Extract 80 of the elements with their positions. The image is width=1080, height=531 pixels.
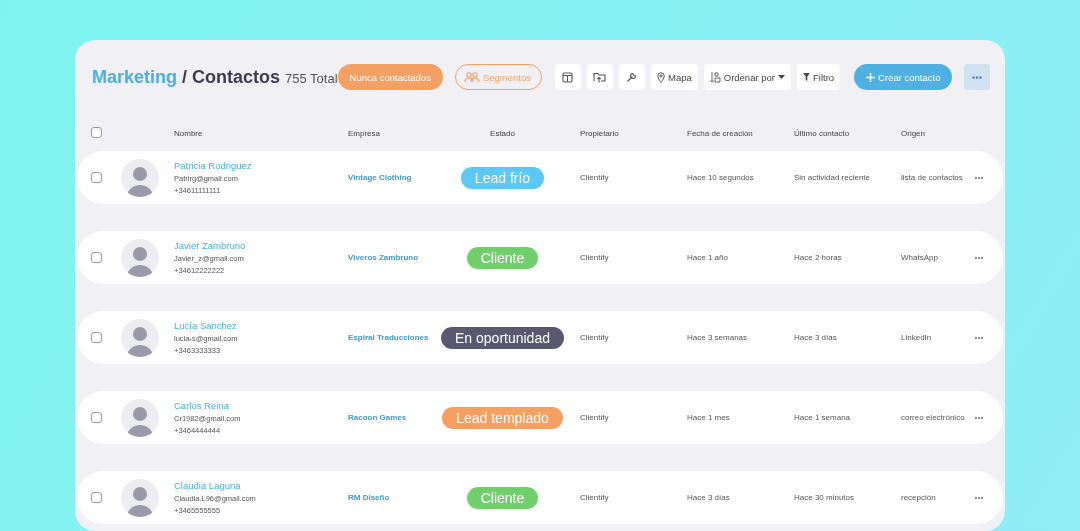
- last-contact-text: Hace 3 días: [794, 333, 838, 342]
- company-link[interactable]: RM Diseño: [348, 493, 440, 502]
- contact-name[interactable]: Claudia Laguna: [174, 480, 348, 491]
- column-header: Origen: [901, 128, 926, 138]
- last-contact-text: Sin actividad reciente: [794, 173, 872, 182]
- checkbox[interactable]: [91, 171, 102, 183]
- owner-text: Clientify: [580, 493, 610, 502]
- contact-name[interactable]: Carlos Reina: [174, 400, 348, 411]
- breadcrumb-link[interactable]: Marketing: [92, 66, 178, 88]
- column-header: Empresa: [348, 128, 381, 138]
- more-icon[interactable]: [975, 256, 983, 259]
- sort-button[interactable]: Ordenar por: [703, 64, 791, 90]
- last-contact-text: Hace 2 horas: [794, 253, 843, 262]
- more-icon[interactable]: [975, 176, 983, 179]
- column-header: Propietario: [580, 128, 620, 138]
- layout-button[interactable]: [555, 64, 581, 90]
- status-tag: Lead templado: [442, 406, 563, 429]
- company-link[interactable]: Vintage Clothing: [348, 173, 440, 182]
- owner-text: Clientify: [580, 413, 610, 422]
- origin-text: recepción: [901, 493, 937, 502]
- create-contact-button[interactable]: Crear contacto: [854, 64, 953, 90]
- checkbox[interactable]: [91, 491, 102, 503]
- avatar-icon: [121, 238, 159, 277]
- status-tag: Cliente: [466, 486, 539, 509]
- owner-text: Clientify: [580, 173, 610, 182]
- contact-name[interactable]: Patricia Rodriguez: [174, 160, 348, 171]
- origin-text: correo electrónico: [901, 413, 966, 422]
- avatar-icon: [121, 158, 159, 197]
- contact-name[interactable]: Javier Zambruno: [174, 240, 348, 251]
- created-text: Hace 10 segundos: [687, 173, 755, 182]
- people-icon: [463, 71, 480, 83]
- avatar-icon: [121, 478, 159, 517]
- origin-text: LinkedIn: [901, 333, 933, 342]
- plus-icon: [866, 72, 876, 82]
- more-button[interactable]: [964, 64, 991, 90]
- upload-button[interactable]: [587, 64, 613, 90]
- status-tag: En oportunidad: [441, 326, 564, 349]
- total-count: 755 Total: [285, 70, 338, 86]
- column-header: Fecha de creación: [687, 128, 754, 138]
- more-icon[interactable]: [975, 416, 983, 419]
- map-button[interactable]: Mapa: [651, 64, 698, 90]
- origin-text: lista de contactos: [901, 173, 964, 182]
- column-header: Estado: [490, 128, 515, 138]
- column-header: Nombre: [174, 128, 204, 138]
- owner-text: Clientify: [580, 333, 610, 342]
- owner-text: Clientify: [580, 253, 610, 262]
- filter-button[interactable]: Nunca contactados: [337, 64, 443, 90]
- more-icon[interactable]: [975, 496, 983, 499]
- page-title: / Contactos: [182, 66, 281, 88]
- contact-name[interactable]: Lucía Sanchez: [174, 320, 348, 331]
- status-tag: Lead frío: [460, 166, 545, 189]
- avatar-icon: [121, 398, 159, 437]
- last-contact-text: Hace 30 minutos: [794, 493, 856, 502]
- checkbox[interactable]: [91, 411, 102, 423]
- company-link[interactable]: Racoon Games: [348, 413, 440, 422]
- more-icon: [972, 75, 983, 79]
- more-icon[interactable]: [975, 336, 983, 339]
- sort-icon: [709, 71, 721, 83]
- origin-text: WhatsApp: [901, 253, 939, 262]
- tools-button[interactable]: [619, 64, 645, 90]
- created-text: Hace 1 mes: [687, 413, 731, 422]
- wrench-icon: [626, 71, 638, 83]
- company-link[interactable]: Espiral Traducciones: [348, 333, 440, 342]
- layout-icon: [562, 71, 574, 83]
- last-contact-text: Hace 1 semana: [794, 413, 852, 422]
- created-text: Hace 1 año: [687, 253, 729, 262]
- checkbox[interactable]: [91, 127, 102, 138]
- checkbox[interactable]: [91, 331, 102, 343]
- avatar-icon: [121, 318, 159, 357]
- company-link[interactable]: Viveros Zambruno: [348, 253, 440, 262]
- created-text: Hace 3 semanas: [687, 333, 749, 342]
- caret-icon: [778, 75, 785, 79]
- column-header: Último contacto: [794, 128, 851, 138]
- map-pin-icon: [657, 71, 665, 83]
- checkbox[interactable]: [91, 251, 102, 263]
- folder-upload-icon: [593, 71, 607, 83]
- filter-button[interactable]: Filtro: [797, 64, 841, 90]
- status-tag: Cliente: [466, 246, 539, 269]
- created-text: Hace 3 días: [687, 493, 731, 502]
- filter-icon: [803, 73, 810, 81]
